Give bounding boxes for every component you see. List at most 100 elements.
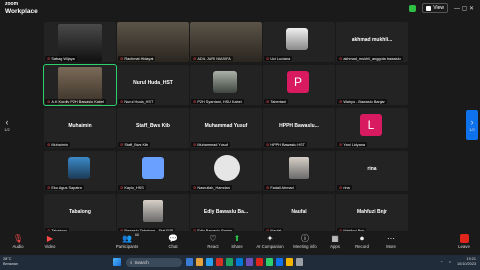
grid-icon bbox=[426, 5, 432, 11]
participant-tile[interactable]: Edly Bawaslu Ba...⊘Edly Bawaslu Banjar bbox=[190, 194, 262, 234]
taskbar-app-icon[interactable] bbox=[216, 258, 223, 266]
participant-name-label: ⊘ rina bbox=[337, 185, 352, 190]
taskbar-app-icon[interactable] bbox=[296, 258, 303, 266]
participant-video bbox=[143, 200, 163, 222]
participant-display-name: Mahfuzi Bnjr bbox=[357, 209, 387, 215]
chat-button[interactable]: 💬 Chat bbox=[158, 234, 188, 249]
participant-name-label: ⊘ Nurul Huda_HST bbox=[118, 99, 156, 104]
record-button[interactable]: ⏺ Record bbox=[347, 234, 377, 249]
toolbar-label: Chat bbox=[168, 244, 178, 249]
leave-button[interactable]: Leave bbox=[449, 234, 479, 249]
participant-tile[interactable]: Tabalong⊘Tabalong bbox=[44, 194, 116, 234]
taskbar-app-icon[interactable] bbox=[226, 258, 233, 266]
participant-video bbox=[213, 71, 237, 93]
participant-tile[interactable]: akhmad mukhli... ⊘ akhmad_mukhli_anggota b… bbox=[336, 22, 408, 62]
participant-tile[interactable]: ⊘ ADIL JURI NIASIFA bbox=[190, 22, 262, 62]
page-indicator-left: 1/2 bbox=[4, 127, 10, 132]
taskbar-app-icon[interactable] bbox=[246, 258, 253, 266]
mic-muted-icon: ⊘ bbox=[193, 99, 197, 104]
windows-start-icon[interactable] bbox=[113, 258, 121, 266]
volume-icon[interactable]: ◖ bbox=[449, 260, 451, 264]
participant-tile[interactable]: ⊘ Eko Agus Sapatra bbox=[44, 151, 116, 191]
participant-name-label: ⊘ akhmad_mukhli_anggota bawaslu bbox=[337, 56, 403, 61]
participant-tile[interactable]: ⊘ Uci Luciana bbox=[263, 22, 335, 62]
participant-tile[interactable]: ⊘ Sabag Wijaya bbox=[44, 22, 116, 62]
participant-name-label: ⊘ Tabertani bbox=[264, 99, 288, 104]
participant-tile[interactable]: ⊘ P2H Syardani, HSU Kabel bbox=[190, 65, 262, 105]
view-button[interactable]: View bbox=[422, 3, 448, 13]
participant-name-text: Muhaimin bbox=[51, 142, 68, 147]
participant-tile[interactable]: ⊘ Rachmat Hidayat bbox=[117, 22, 189, 62]
participant-tile[interactable]: ⊘ Fadall Ahmad bbox=[263, 151, 335, 191]
ai-companion-button[interactable]: ✦ AI Companion bbox=[255, 234, 285, 249]
participant-tile[interactable]: P ⊘ Tabertani bbox=[263, 65, 335, 105]
participant-name-label: ⊘ Staff_Bws Ktb bbox=[118, 142, 151, 147]
toolbar-label: AI Companion bbox=[256, 244, 284, 249]
participant-tile[interactable]: rina ⊘ rina bbox=[336, 151, 408, 191]
clock-date: 10/10/2023 bbox=[456, 262, 476, 266]
clock[interactable]: 19:21 10/10/2023 bbox=[457, 257, 476, 267]
participant-name-label: ⊘ Muhammad Yusuf bbox=[191, 142, 230, 147]
mic-muted-icon: ⊘ bbox=[120, 99, 124, 104]
apps-button[interactable]: ▦ Apps bbox=[320, 234, 350, 249]
participant-name-text: Yani Lidyana bbox=[343, 142, 366, 147]
record-icon: ⏺ bbox=[360, 234, 364, 243]
ai-companion-icon: ✦ bbox=[266, 234, 274, 243]
prev-page-button[interactable]: ‹ 1/2 bbox=[2, 112, 12, 138]
participants-icon: 👥 bbox=[122, 234, 132, 243]
participants-button[interactable]: 👥 Participants 66 bbox=[112, 233, 142, 249]
participant-tile[interactable]: Muhaimin ⊘ Muhaimin bbox=[44, 108, 116, 148]
video-button[interactable]: ▶ Video bbox=[35, 234, 65, 249]
taskbar-app-icon[interactable] bbox=[236, 258, 243, 266]
participant-tile[interactable]: ⊘ A.K Kordiv P2H Bawaslu Kabel bbox=[43, 64, 117, 106]
mic-muted-icon: ⊘ bbox=[47, 142, 51, 147]
avatar-letter: P bbox=[287, 71, 309, 93]
participant-tile[interactable]: ⊘ Wahyu - Bawaslu Banjar bbox=[336, 65, 408, 105]
next-page-button[interactable]: › 1/2 bbox=[466, 110, 478, 140]
mic-muted-icon: ⊘ bbox=[47, 185, 51, 190]
taskbar-search[interactable]: ⌕ Search bbox=[126, 258, 182, 267]
brand-line-1: zoom bbox=[5, 1, 19, 7]
taskbar-app-icon[interactable] bbox=[286, 258, 293, 266]
share-button[interactable]: ⬆ Share bbox=[222, 234, 252, 249]
meeting-info-button[interactable]: ⓘ Meeting info bbox=[290, 234, 320, 249]
toolbar-label: Audio bbox=[12, 244, 24, 249]
participant-display-name: HPPH Bawaslu... bbox=[279, 123, 319, 129]
participant-tile[interactable]: ⊘ Nasrullah_Hamdan bbox=[190, 151, 262, 191]
taskbar-app-icon[interactable] bbox=[196, 258, 203, 266]
more-button[interactable]: ⋯ More bbox=[376, 234, 406, 249]
react-icon: ♡ bbox=[209, 234, 217, 243]
toolbar-label: Apps bbox=[330, 244, 340, 249]
participant-tile[interactable]: Staff_Bws Ktb ⊘ Staff_Bws Ktb bbox=[117, 108, 189, 148]
participant-display-name: Muhaimin bbox=[68, 123, 92, 129]
window-controls[interactable]: — ▢ ✕ bbox=[454, 5, 474, 12]
participant-name-text: Nurul Huda_HST bbox=[124, 99, 154, 104]
mic-muted-icon: ⊘ bbox=[266, 185, 270, 190]
taskbar-app-icon[interactable] bbox=[186, 258, 193, 266]
mic-muted-icon: ⊘ bbox=[120, 142, 124, 147]
participant-tile[interactable]: ⊘Bawaslu Tabalong - Staf P3S bbox=[117, 194, 189, 234]
participant-tile[interactable]: Muhammad Yusuf ⊘ Muhammad Yusuf bbox=[190, 108, 262, 148]
participant-display-name: rina bbox=[367, 166, 377, 172]
audio-button[interactable]: 🎙 Audio bbox=[3, 234, 33, 249]
wifi-icon[interactable]: ◔ bbox=[440, 260, 442, 264]
participant-tile[interactable]: Nurul Huda_HST ⊘ Nurul Huda_HST bbox=[117, 65, 189, 105]
participant-tile[interactable]: ⊘ Kaylo_HSS bbox=[117, 151, 189, 191]
apps-icon: ▦ bbox=[331, 234, 339, 243]
participant-tile[interactable]: Naufal⊘Naufal bbox=[263, 194, 335, 234]
chevron-left-icon: ‹ bbox=[5, 117, 9, 127]
participant-tile[interactable]: HPPH Bawaslu... ⊘ HPPH Bawaslu HST bbox=[263, 108, 335, 148]
taskbar-app-icon[interactable] bbox=[256, 258, 263, 266]
mic-muted-icon: ⊘ bbox=[120, 56, 124, 61]
participant-display-name: Staff_Bws Ktb bbox=[136, 123, 170, 129]
weather-widget[interactable]: 28°C Berawan bbox=[3, 257, 18, 267]
taskbar-app-icon[interactable] bbox=[266, 258, 273, 266]
participant-tile[interactable]: L ⊘ Yani Lidyana bbox=[336, 108, 408, 148]
toolbar-label: Leave bbox=[458, 244, 470, 249]
taskbar-app-icon[interactable] bbox=[276, 258, 283, 266]
taskbar-app-icon[interactable] bbox=[206, 258, 213, 266]
participant-name-label: ⊘ Rachmat Hidayat bbox=[118, 56, 156, 61]
participant-tile[interactable]: Mahfuzi Bnjr⊘Mahfuzi Bnjr bbox=[336, 194, 408, 234]
toolbar-label: React bbox=[207, 244, 219, 249]
security-shield-icon[interactable] bbox=[409, 4, 417, 12]
